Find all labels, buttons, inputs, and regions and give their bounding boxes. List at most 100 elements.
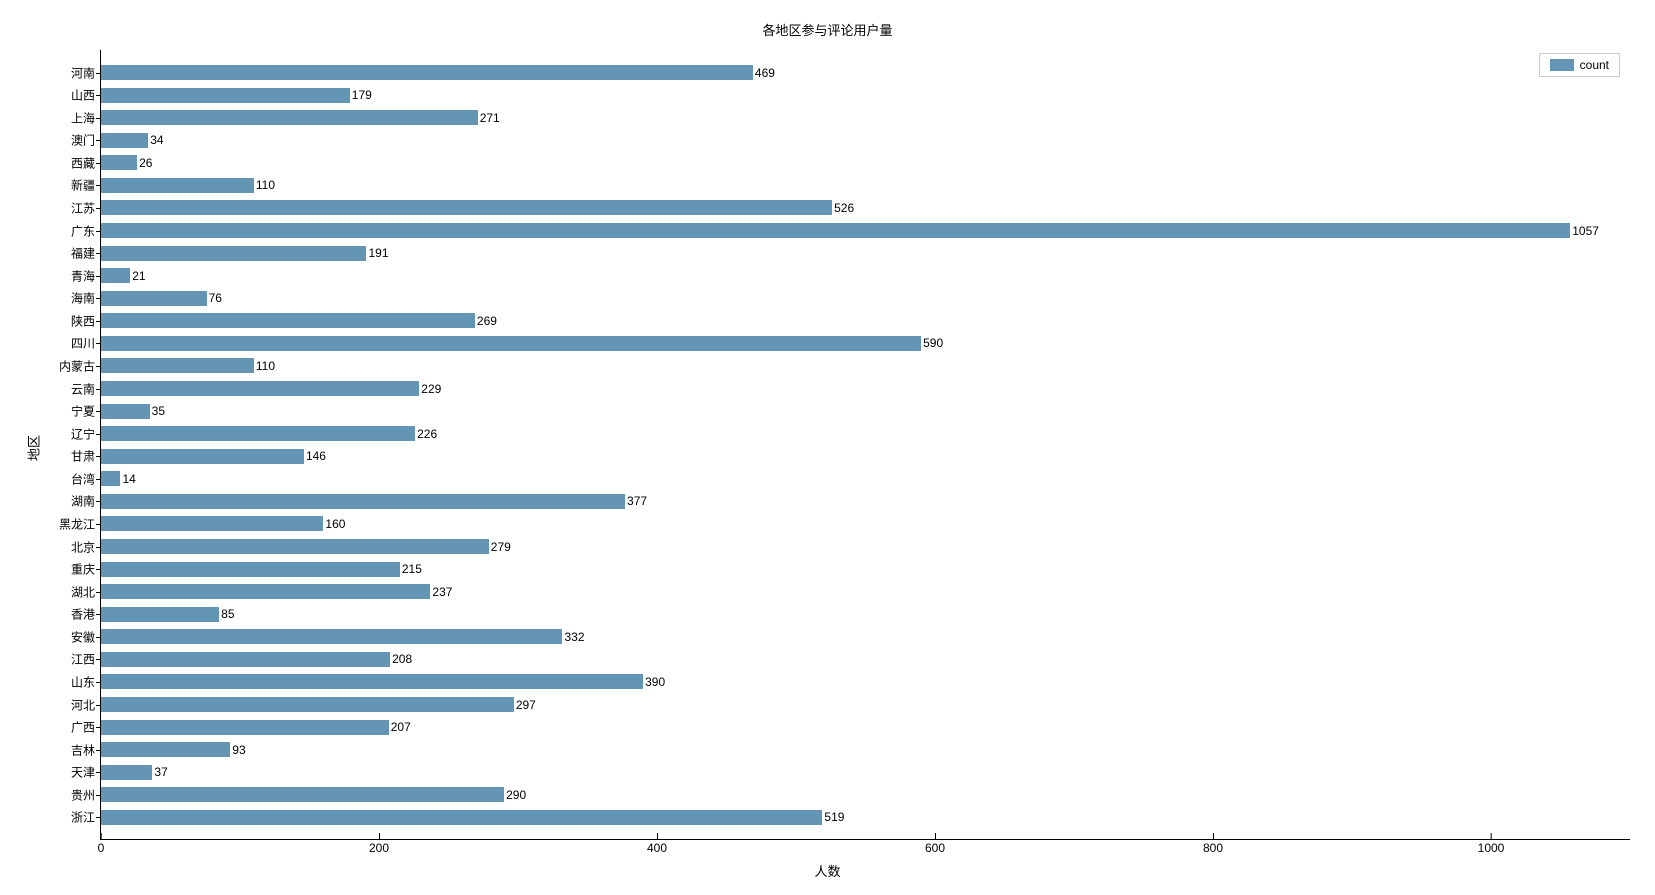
y-tick-label: 海南 [71,290,95,307]
bar-row: 吉林93 [101,738,1630,761]
bar-value-label: 34 [150,133,163,147]
bar-row: 西藏26 [101,152,1630,175]
bar-value-label: 14 [122,472,135,486]
bar-value-label: 146 [306,449,326,463]
y-tick-label: 香港 [71,606,95,623]
y-tick-label: 江苏 [71,199,95,216]
bar [101,765,152,780]
bar-value-label: 377 [627,494,647,508]
bars-group: 河南469山西179上海271澳门34西藏26新疆110江苏526广东1057福… [101,50,1630,839]
bar-row: 重庆215 [101,558,1630,581]
bar-row: 海南76 [101,287,1630,310]
bar [101,607,219,622]
chart-container: 各地区参与评论用户量 count 地区 人数 河南469山西179上海271澳门… [0,0,1655,895]
bar [101,155,137,170]
y-tick-label: 上海 [71,109,95,126]
bar-value-label: 279 [491,540,511,554]
bar-row: 北京279 [101,535,1630,558]
x-tick: 800 [1203,839,1223,855]
bar [101,88,350,103]
bar [101,268,130,283]
y-tick-label: 广西 [71,719,95,736]
y-tick-label: 安徽 [71,628,95,645]
bar-row: 湖南377 [101,490,1630,513]
bar-row: 上海271 [101,106,1630,129]
bar [101,471,120,486]
bar [101,652,390,667]
y-tick-label: 四川 [71,335,95,352]
bar-row: 山东390 [101,671,1630,694]
x-axis-label: 人数 [814,861,840,880]
y-tick-label: 浙江 [71,809,95,826]
y-tick-label: 台湾 [71,470,95,487]
bar [101,629,562,644]
y-tick-label: 河南 [71,64,95,81]
y-tick-label: 吉林 [71,741,95,758]
bar [101,200,832,215]
bar-row: 辽宁226 [101,422,1630,445]
bar-row: 河北297 [101,693,1630,716]
bar-value-label: 160 [325,517,345,531]
bar-value-label: 26 [139,156,152,170]
bar-row: 青海21 [101,264,1630,287]
bar-value-label: 215 [402,562,422,576]
bar [101,133,148,148]
y-tick-label: 山东 [71,673,95,690]
bar-value-label: 297 [516,698,536,712]
bar-value-label: 290 [506,788,526,802]
bar-value-label: 37 [154,765,167,779]
y-tick-label: 广东 [71,222,95,239]
x-tick: 400 [647,839,667,855]
y-tick-label: 天津 [71,764,95,781]
bar-row: 黑龙江160 [101,513,1630,536]
bar [101,404,150,419]
bar [101,742,230,757]
y-axis-label: 地区 [24,434,43,460]
bar-value-label: 208 [392,652,412,666]
bar-row: 贵州290 [101,784,1630,807]
bar-value-label: 85 [221,607,234,621]
y-tick-label: 福建 [71,245,95,262]
bar-value-label: 469 [755,66,775,80]
y-tick-label: 云南 [71,380,95,397]
bar [101,223,1570,238]
bar-row: 江西208 [101,648,1630,671]
y-tick-label: 澳门 [71,132,95,149]
bar [101,291,207,306]
bar [101,810,822,825]
bar-value-label: 390 [645,675,665,689]
chart-title: 各地区参与评论用户量 [762,20,892,39]
bar-row: 宁夏35 [101,400,1630,423]
y-tick-label: 内蒙古 [59,357,95,374]
bar [101,313,475,328]
bar [101,246,366,261]
bar [101,110,478,125]
bar [101,358,254,373]
y-tick-label: 甘肃 [71,448,95,465]
y-tick-label: 新疆 [71,177,95,194]
x-tick: 1000 [1478,839,1505,855]
x-tick: 200 [369,839,389,855]
bar-row: 河南469 [101,61,1630,84]
bar [101,674,643,689]
plot-area: 河南469山西179上海271澳门34西藏26新疆110江苏526广东1057福… [100,50,1630,840]
bar-value-label: 35 [152,404,165,418]
bar-value-label: 590 [923,336,943,350]
bar [101,336,921,351]
bar-value-label: 519 [824,810,844,824]
x-tick: 0 [98,839,105,855]
bar-value-label: 229 [421,382,441,396]
bar [101,584,430,599]
bar-value-label: 93 [232,743,245,757]
bar-value-label: 191 [368,246,388,260]
bar-row: 江苏526 [101,197,1630,220]
y-tick-label: 西藏 [71,154,95,171]
bar-value-label: 271 [480,111,500,125]
bar-row: 台湾14 [101,468,1630,491]
bar-row: 甘肃146 [101,445,1630,468]
bar-row: 浙江519 [101,806,1630,829]
bar [101,426,415,441]
x-axis: 02004006008001000 [101,839,1630,859]
y-tick-label: 江西 [71,651,95,668]
bar-row: 天津37 [101,761,1630,784]
